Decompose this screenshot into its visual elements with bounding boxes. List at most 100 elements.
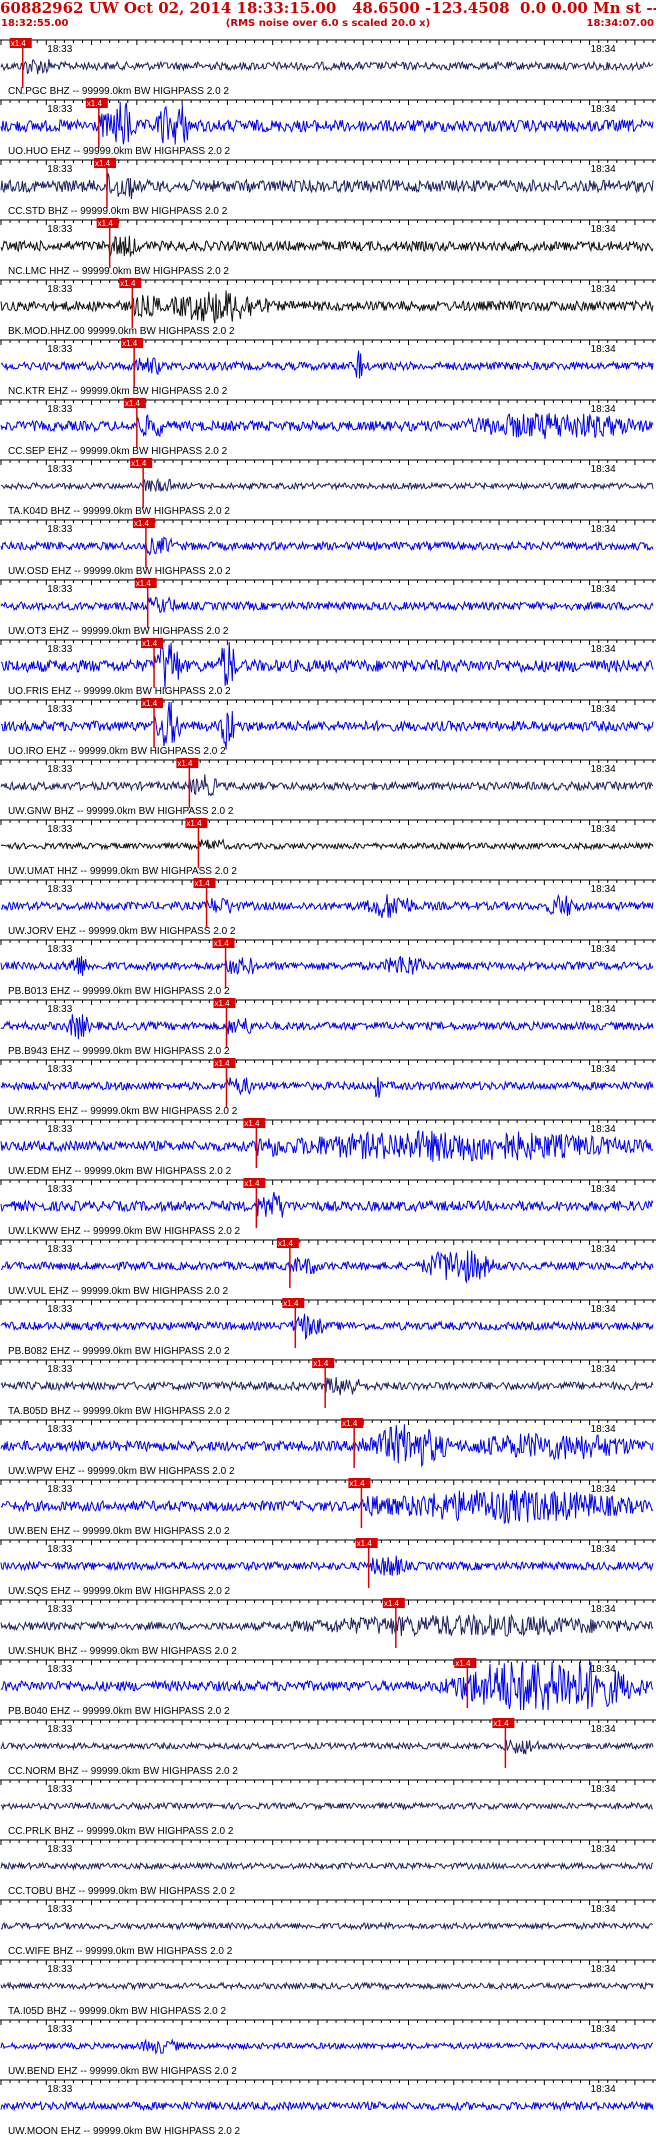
channel-label: UW.BEND EHZ -- 99999.0km BW HIGHPASS 2.0… [8, 2066, 237, 2077]
tick-label: 18:33 [47, 1904, 72, 1915]
waveform-trace [0, 477, 654, 492]
waveform-trace [0, 235, 654, 257]
pick-label: x1.4 [455, 1659, 471, 1668]
channel-label: UW.VUL EHZ -- 99999.0km BW HIGHPASS 2.0 … [8, 1286, 229, 1297]
tick-label: 18:34 [591, 1124, 616, 1135]
pick-label: x1.4 [95, 159, 111, 168]
channel-label: CN.PGC BHZ -- 99999.0km BW HIGHPASS 2.0 … [8, 86, 229, 97]
tick-label: 18:33 [47, 464, 72, 475]
channel-label: PB.B013 EHZ -- 99999.0km BW HIGHPASS 2.0… [8, 986, 230, 997]
pick-label: x1.4 [214, 1059, 230, 1068]
tick-label: 18:33 [47, 644, 72, 655]
tick-label: 18:33 [47, 944, 72, 955]
waveform-trace [0, 1613, 654, 1638]
channel-label: UW.LKWW EHZ -- 99999.0km BW HIGHPASS 2.0… [8, 1226, 241, 1237]
channel-label: BK.MOD.HHZ.00 99999.0km BW HIGHPASS 2.0 … [8, 326, 235, 337]
pick-label: x1.4 [125, 399, 141, 408]
waveform-trace [0, 59, 654, 75]
start-time: 18:32:55.00 [1, 18, 69, 29]
tick-label: 18:33 [47, 224, 72, 235]
waveform-trace [0, 1377, 654, 1396]
tick-label: 18:33 [47, 1124, 72, 1135]
channel-label: NC.LMC HHZ -- 99999.0km BW HIGHPASS 2.0 … [8, 266, 229, 277]
waveform-trace [0, 1981, 654, 1991]
tick-label: 18:34 [591, 1544, 616, 1555]
tick-label: 18:33 [47, 104, 72, 115]
waveform-trace [0, 1801, 654, 1811]
waveform-trace [0, 838, 654, 851]
tick-label: 18:34 [591, 2024, 616, 2035]
tick-label: 18:33 [47, 1964, 72, 1975]
tick-label: 18:33 [47, 824, 72, 835]
tick-label: 18:33 [47, 1724, 72, 1735]
channel-label: UW.OSD EHZ -- 99999.0km BW HIGHPASS 2.0 … [8, 566, 231, 577]
tick-label: 18:34 [591, 1184, 616, 1195]
waveform-trace [0, 1313, 654, 1341]
pick-label: x1.4 [136, 579, 152, 588]
channel-label: UW.BEN EHZ -- 99999.0km BW HIGHPASS 2.0 … [8, 1526, 230, 1537]
waveform-trace [0, 1661, 654, 1711]
waveform-trace [0, 955, 654, 976]
waveform-trace [0, 350, 654, 379]
tick-label: 18:33 [47, 524, 72, 535]
channel-label: TA.B05D BHZ -- 99999.0km BW HIGHPASS 2.0… [8, 1406, 230, 1417]
tick-label: 18:34 [591, 1064, 616, 1075]
pick-label: x1.4 [142, 699, 158, 708]
waveform-trace [0, 2038, 654, 2055]
channel-label: UO.FRIS EHZ -- 99999.0km BW HIGHPASS 2.0… [8, 686, 231, 697]
channel-label: UW.WPW EHZ -- 99999.0km BW HIGHPASS 2.0 … [8, 1466, 235, 1477]
tick-label: 18:33 [47, 1004, 72, 1015]
waveform-trace [0, 1424, 654, 1468]
channel-label: UW.EDM EHZ -- 99999.0km BW HIGHPASS 2.0 … [8, 1166, 232, 1177]
tick-label: 18:34 [591, 1904, 616, 1915]
waveform-trace [0, 412, 654, 440]
tick-label: 18:34 [591, 524, 616, 535]
tick-label: 18:34 [591, 164, 616, 175]
pick-label: x1.4 [342, 1419, 358, 1428]
waveform-trace [0, 1921, 654, 1931]
pick-label: x1.4 [214, 939, 230, 948]
tick-label: 18:33 [47, 1604, 72, 1615]
tick-label: 18:34 [591, 1604, 616, 1615]
tick-label: 18:33 [47, 284, 72, 295]
seismogram-plot: 18:33 18:34 x1.4 CN.PGC BHZ -- 99999.0km BW… [0, 38, 656, 2137]
end-time: 18:34:07.00 [586, 18, 654, 29]
tick-label: 18:34 [591, 1244, 616, 1255]
channel-label: UW.RRHS EHZ -- 99999.0km BW HIGHPASS 2.0… [8, 1106, 238, 1117]
channel-label: UW.MOON EHZ -- 99999.0km BW HIGHPASS 2.0… [8, 2126, 241, 2137]
pick-label: x1.4 [120, 279, 136, 288]
pick-label: x1.4 [98, 219, 114, 228]
tick-label: 18:34 [591, 944, 616, 955]
channel-label: PB.B040 EHZ -- 99999.0km BW HIGHPASS 2.0… [8, 1706, 230, 1717]
channel-label: CC.NORM BHZ -- 99999.0km BW HIGHPASS 2.0… [8, 1766, 238, 1777]
tick-label: 18:33 [47, 2084, 72, 2095]
channel-label: UO.IRO EHZ -- 99999.0km BW HIGHPASS 2.0 … [8, 746, 226, 757]
tick-label: 18:33 [47, 884, 72, 895]
tick-label: 18:34 [591, 644, 616, 655]
tick-label: 18:34 [591, 764, 616, 775]
tick-label: 18:33 [47, 1664, 72, 1675]
tick-label: 18:33 [47, 1304, 72, 1315]
pick-label: x1.4 [87, 99, 103, 108]
header-title: 60882962 UW Oct 02, 2014 18:33:15.00 48.… [0, 0, 656, 17]
waveform-trace [0, 1191, 654, 1218]
tick-label: 18:34 [591, 704, 616, 715]
tick-label: 18:34 [591, 104, 616, 115]
tick-label: 18:34 [591, 2084, 616, 2095]
tick-label: 18:34 [591, 1364, 616, 1375]
waveform-trace [0, 1861, 654, 1871]
channel-label: CC.WIFE BHZ -- 99999.0km BW HIGHPASS 2.0… [8, 1946, 233, 1957]
pick-label: x1.4 [384, 1599, 400, 1608]
waveform-trace [0, 701, 654, 750]
pick-label: x1.4 [214, 999, 230, 1008]
channel-label: UW.SHUK BHZ -- 99999.0km BW HIGHPASS 2.0… [8, 1646, 237, 1657]
pick-label: x1.4 [177, 759, 193, 768]
pick-label: x1.4 [244, 1179, 260, 1188]
channel-label: CC.PRLK BHZ -- 99999.0km BW HIGHPASS 2.0… [8, 1826, 234, 1837]
tick-label: 18:34 [591, 464, 616, 475]
tick-label: 18:33 [47, 1784, 72, 1795]
pick-label: x1.4 [131, 459, 147, 468]
pick-label: x1.4 [186, 819, 202, 828]
pick-label: x1.4 [134, 519, 150, 528]
tick-label: 18:34 [591, 584, 616, 595]
